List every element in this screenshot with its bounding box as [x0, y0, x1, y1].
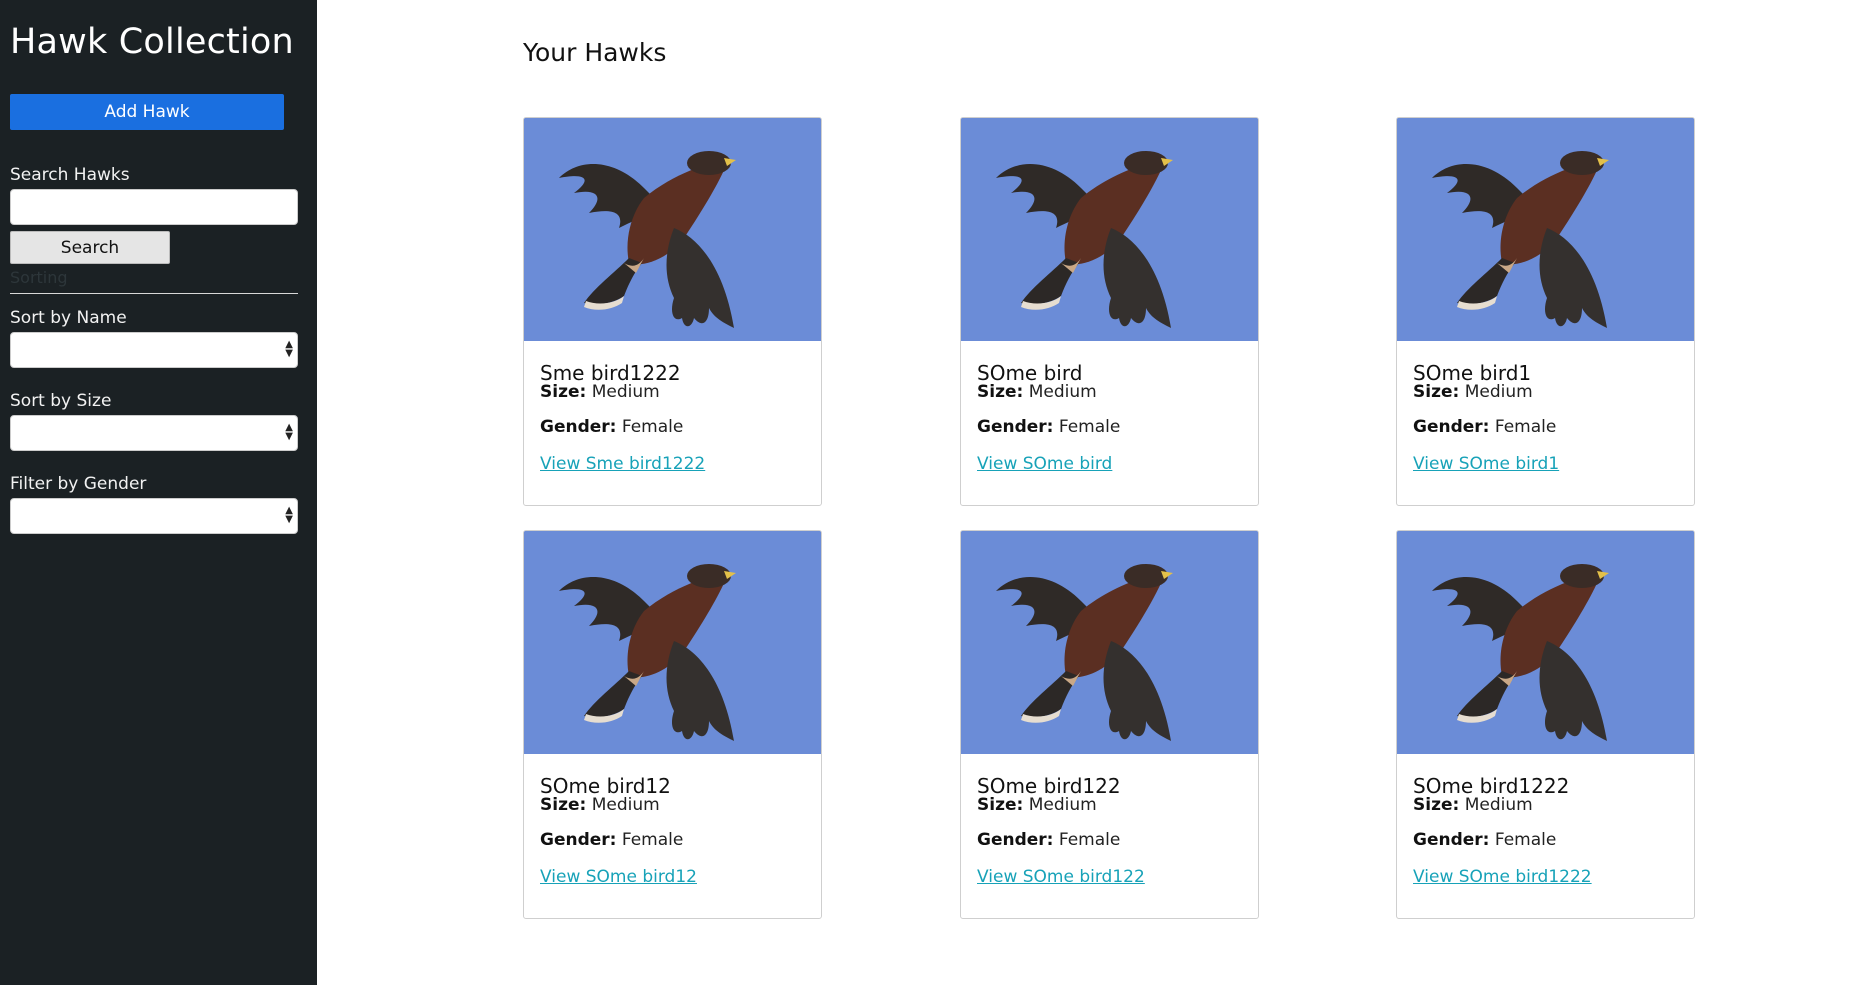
- gender-value: Female: [1494, 830, 1557, 850]
- hawk-size: Size: Medium: [977, 795, 1097, 815]
- select-arrows-icon: ▲ ▼: [285, 422, 293, 442]
- size-value: Medium: [1464, 382, 1533, 402]
- size-label: Size:: [540, 382, 587, 402]
- add-hawk-button[interactable]: Add Hawk: [10, 94, 284, 130]
- sorting-heading: Sorting: [10, 268, 68, 287]
- hawk-image-icon: [961, 531, 1258, 754]
- size-value: Medium: [1464, 795, 1533, 815]
- hawk-photo: [1397, 531, 1694, 754]
- hawk-size: Size: Medium: [1413, 382, 1533, 402]
- hawk-photo: [524, 531, 821, 754]
- hawk-size: Size: Medium: [977, 382, 1097, 402]
- view-hawk-link[interactable]: View SOme bird1222: [1413, 867, 1592, 887]
- size-label: Size:: [977, 795, 1024, 815]
- hawk-card: SOme bird Size: Medium Gender: Female Vi…: [960, 117, 1259, 506]
- view-hawk-link[interactable]: View Sme bird1222: [540, 454, 705, 474]
- sort-size-label: Sort by Size: [10, 391, 112, 411]
- size-label: Size:: [540, 795, 587, 815]
- hawk-size: Size: Medium: [540, 382, 660, 402]
- size-label: Size:: [1413, 795, 1460, 815]
- hawk-card: SOme bird1 Size: Medium Gender: Female V…: [1396, 117, 1695, 506]
- sort-name-select[interactable]: ▲ ▼: [10, 332, 298, 368]
- gender-label: Gender:: [1413, 830, 1490, 850]
- hawk-image-icon: [1397, 531, 1694, 754]
- app-title: Hawk Collection: [10, 22, 294, 62]
- divider: [10, 293, 298, 294]
- hawk-card: SOme bird1222 Size: Medium Gender: Femal…: [1396, 530, 1695, 919]
- hawk-size: Size: Medium: [540, 795, 660, 815]
- sort-size-select[interactable]: ▲ ▼: [10, 415, 298, 451]
- hawk-gender: Gender: Female: [540, 417, 683, 437]
- gender-value: Female: [1058, 830, 1121, 850]
- hawk-photo: [961, 118, 1258, 341]
- filter-gender-label: Filter by Gender: [10, 474, 147, 494]
- hawk-gender: Gender: Female: [977, 830, 1120, 850]
- hawk-image-icon: [1397, 118, 1694, 341]
- gender-value: Female: [621, 830, 684, 850]
- gender-label: Gender:: [1413, 417, 1490, 437]
- select-arrows-icon: ▲ ▼: [285, 339, 293, 359]
- gender-label: Gender:: [977, 830, 1054, 850]
- page-title: Your Hawks: [523, 38, 667, 67]
- hawk-photo: [524, 118, 821, 341]
- hawk-card: Sme bird1222 Size: Medium Gender: Female…: [523, 117, 822, 506]
- hawk-photo: [961, 531, 1258, 754]
- view-hawk-link[interactable]: View SOme bird: [977, 454, 1112, 474]
- hawk-image-icon: [524, 118, 821, 341]
- gender-label: Gender:: [540, 830, 617, 850]
- view-hawk-link[interactable]: View SOme bird122: [977, 867, 1145, 887]
- size-value: Medium: [591, 795, 660, 815]
- filter-gender-select[interactable]: ▲ ▼: [10, 498, 298, 534]
- gender-label: Gender:: [540, 417, 617, 437]
- hawk-card: SOme bird122 Size: Medium Gender: Female…: [960, 530, 1259, 919]
- size-value: Medium: [591, 382, 660, 402]
- hawk-gender: Gender: Female: [977, 417, 1120, 437]
- hawk-card: SOme bird12 Size: Medium Gender: Female …: [523, 530, 822, 919]
- size-label: Size:: [977, 382, 1024, 402]
- hawk-photo: [1397, 118, 1694, 341]
- search-label: Search Hawks: [10, 165, 130, 185]
- hawk-image-icon: [961, 118, 1258, 341]
- gender-value: Female: [1494, 417, 1557, 437]
- hawk-image-icon: [524, 531, 821, 754]
- size-value: Medium: [1028, 382, 1097, 402]
- size-label: Size:: [1413, 382, 1460, 402]
- gender-label: Gender:: [977, 417, 1054, 437]
- hawk-gender: Gender: Female: [1413, 417, 1556, 437]
- hawk-gender: Gender: Female: [540, 830, 683, 850]
- hawk-size: Size: Medium: [1413, 795, 1533, 815]
- view-hawk-link[interactable]: View SOme bird1: [1413, 454, 1559, 474]
- sidebar: Hawk Collection Add Hawk Search Hawks Se…: [0, 0, 317, 985]
- search-input[interactable]: [10, 189, 298, 225]
- gender-value: Female: [621, 417, 684, 437]
- view-hawk-link[interactable]: View SOme bird12: [540, 867, 697, 887]
- gender-value: Female: [1058, 417, 1121, 437]
- search-button[interactable]: Search: [10, 231, 170, 264]
- size-value: Medium: [1028, 795, 1097, 815]
- hawk-gender: Gender: Female: [1413, 830, 1556, 850]
- sort-name-label: Sort by Name: [10, 308, 127, 328]
- select-arrows-icon: ▲ ▼: [285, 505, 293, 525]
